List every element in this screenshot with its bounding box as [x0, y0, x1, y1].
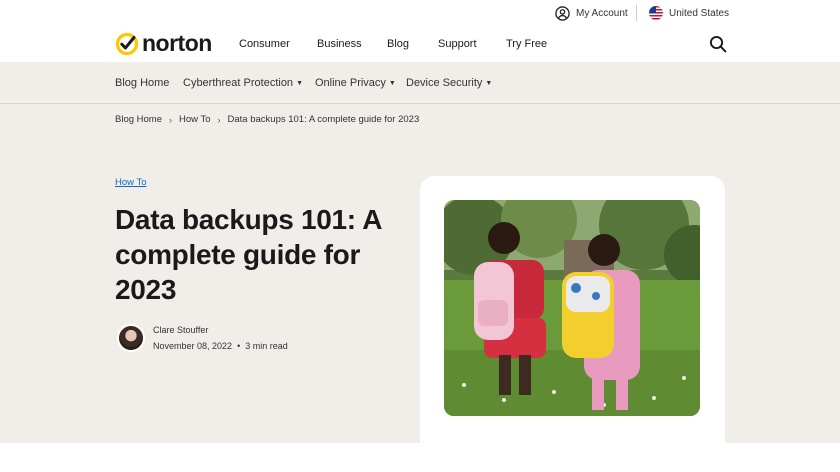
- hero-photo: [444, 200, 700, 416]
- subnav-device-security[interactable]: Device Security ▼: [406, 77, 492, 89]
- subnav-label: Blog Home: [115, 77, 170, 89]
- main-navigation: norton Consumer Business Blog Support Tr…: [0, 28, 840, 62]
- breadcrumb-current: Data backups 101: A complete guide for 2…: [227, 114, 420, 125]
- chevron-down-icon: ▼: [296, 79, 303, 87]
- article-meta: November 08, 2022 • 3 min read: [153, 341, 288, 351]
- article-category-link[interactable]: How To: [115, 177, 147, 188]
- chevron-down-icon: ▼: [388, 79, 396, 87]
- subnav-cyberthreat-protection[interactable]: Cyberthreat Protection ▼: [183, 77, 303, 89]
- logo-wordmark: norton: [142, 30, 212, 56]
- norton-logo[interactable]: norton: [115, 30, 212, 57]
- user-circle-icon: [555, 6, 570, 21]
- search-icon: [709, 35, 727, 53]
- nav-consumer[interactable]: Consumer: [239, 38, 290, 50]
- author-avatar: [117, 324, 145, 352]
- utility-divider: [636, 5, 637, 21]
- subnav-label: Device Security: [406, 77, 483, 89]
- article-hero: Blog Home › How To › Data backups 101: A…: [0, 104, 840, 456]
- breadcrumb-how-to[interactable]: How To: [179, 114, 211, 125]
- us-flag-icon: [649, 6, 663, 20]
- meta-separator: •: [237, 341, 241, 351]
- read-time: 3 min read: [245, 341, 288, 351]
- nav-business[interactable]: Business: [317, 38, 362, 50]
- author-byline: Clare Stouffer November 08, 2022 • 3 min…: [117, 324, 288, 352]
- nav-blog[interactable]: Blog: [387, 38, 409, 50]
- breadcrumb: Blog Home › How To › Data backups 101: A…: [115, 114, 419, 125]
- checkmark-circle-icon: [115, 32, 139, 55]
- subnav-label: Cyberthreat Protection: [183, 77, 294, 89]
- search-button[interactable]: [709, 35, 727, 53]
- utility-bar: My Account United States: [0, 0, 840, 28]
- blog-subnav: Blog Home Cyberthreat Protection ▼ Onlin…: [0, 62, 840, 104]
- author-name[interactable]: Clare Stouffer: [153, 325, 288, 335]
- nav-support[interactable]: Support: [438, 38, 477, 50]
- chevron-down-icon: ▼: [485, 79, 493, 87]
- my-account-link[interactable]: My Account: [555, 6, 628, 21]
- my-account-label: My Account: [576, 8, 628, 19]
- subnav-online-privacy[interactable]: Online Privacy ▼: [315, 77, 396, 89]
- breadcrumb-blog-home[interactable]: Blog Home: [115, 114, 162, 125]
- hero-image-card: [420, 176, 725, 456]
- publish-date: November 08, 2022: [153, 341, 233, 351]
- chevron-right-icon: ›: [217, 114, 221, 125]
- article-title: Data backups 101: A complete guide for 2…: [115, 204, 382, 305]
- country-selector[interactable]: United States: [649, 6, 729, 20]
- subnav-label: Online Privacy: [315, 77, 386, 89]
- subnav-blog-home[interactable]: Blog Home: [115, 77, 169, 89]
- page-continuation: [0, 443, 840, 472]
- chevron-right-icon: ›: [169, 114, 172, 125]
- author-details: Clare Stouffer November 08, 2022 • 3 min…: [153, 325, 288, 351]
- nav-try-free[interactable]: Try Free: [506, 38, 547, 50]
- country-label: United States: [669, 7, 730, 19]
